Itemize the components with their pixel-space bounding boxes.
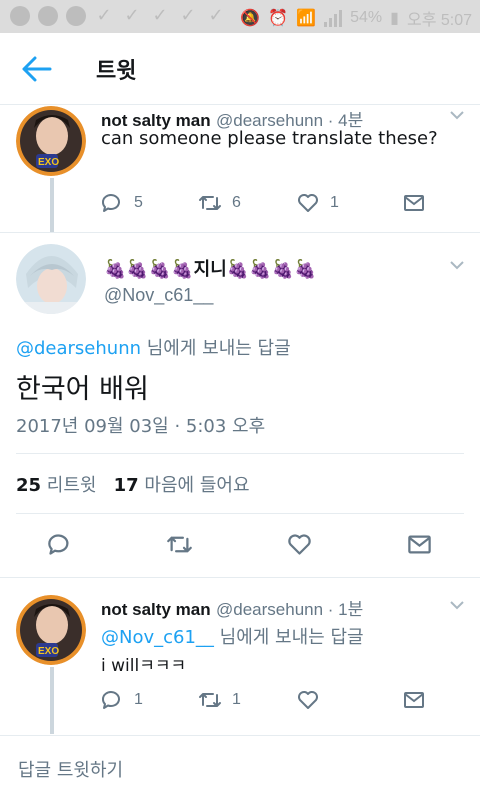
download-done-icon: ✓ xyxy=(96,5,112,26)
avatar[interactable]: EXO xyxy=(16,595,86,665)
reply-count: 1 xyxy=(134,691,143,708)
user-handle[interactable]: @Nov_c61__ xyxy=(104,285,213,305)
download-done-icon: ✓ xyxy=(208,5,224,26)
envelope-icon xyxy=(408,535,431,554)
reply-to-suffix: 님에게 보내는 답글 xyxy=(213,627,364,648)
display-name[interactable]: not salty man xyxy=(101,600,211,619)
reply-action[interactable] xyxy=(46,531,166,558)
reply-context: @Nov_c61__ 님에게 보내는 답글 xyxy=(101,623,364,649)
focused-tweet: 🍇🍇🍇🍇지니🍇🍇🍇🍇 @Nov_c61__ @dearsehunn 님에게 보내… xyxy=(0,233,480,578)
retweet-count: 6 xyxy=(232,194,241,211)
engagement-stats: 25 리트윗 17 마음에 들어요 xyxy=(16,471,250,497)
retweet-count[interactable]: 25 xyxy=(16,475,41,496)
display-name[interactable]: 🍇🍇🍇🍇지니🍇🍇🍇🍇 xyxy=(104,255,316,281)
tweet-author: not salty man @dearsehunn · 1분 xyxy=(101,595,363,620)
chevron-down-icon[interactable] xyxy=(449,110,465,120)
tweet-text: i willㅋㅋㅋ xyxy=(101,656,187,676)
envelope-icon xyxy=(404,692,424,708)
user-handle-row: @Nov_c61__ xyxy=(104,285,213,306)
reply-to-handle[interactable]: @dearsehunn xyxy=(16,338,141,359)
chat-icon xyxy=(66,6,86,26)
tweet-author: 🍇🍇🍇🍇지니🍇🍇🍇🍇 xyxy=(104,255,316,281)
heart-icon xyxy=(288,534,311,555)
tweet-time: · 1분 xyxy=(323,600,364,619)
dm-action[interactable] xyxy=(406,531,433,558)
mute-icon: 🔕 xyxy=(240,10,261,27)
like-count[interactable]: 17 xyxy=(114,475,139,496)
divider xyxy=(16,453,464,454)
tweet-timestamp: 2017년 09월 03일 · 5:03 오후 xyxy=(16,416,266,437)
page-title: 트윗 xyxy=(96,59,137,84)
retweet-icon xyxy=(167,536,192,553)
reply-icon xyxy=(102,691,120,709)
reply-icon xyxy=(48,534,69,555)
thread-line xyxy=(50,178,54,232)
divider xyxy=(0,735,480,736)
tweet-actions: 1 1 xyxy=(100,688,426,712)
reply-context: @dearsehunn 님에게 보내는 답글 xyxy=(16,334,291,360)
like-action[interactable] xyxy=(296,688,402,712)
avatar[interactable]: EXO xyxy=(16,106,86,176)
tweet-text: can someone please translate these? xyxy=(101,128,438,149)
download-done-icon: ✓ xyxy=(124,5,140,26)
chevron-down-icon[interactable] xyxy=(449,600,465,610)
thread-line xyxy=(50,667,54,734)
user-handle[interactable]: @dearsehunn xyxy=(216,600,323,619)
system-icons: 🔕 ⏰ 📶 54% ▮ 오후 5:07 xyxy=(240,6,472,30)
status-bar: ✓ ✓ ✓ ✓ ✓ 🔕 ⏰ 📶 54% ▮ 오후 5:07 xyxy=(0,0,480,33)
signal-icon xyxy=(324,9,343,27)
alarm-icon: ⏰ xyxy=(268,10,289,27)
like-action[interactable]: 1 xyxy=(296,191,402,215)
avatar[interactable] xyxy=(16,244,86,314)
reply-action[interactable]: 1 xyxy=(100,688,198,712)
download-done-icon: ✓ xyxy=(180,5,196,26)
retweet-label[interactable]: 리트윗 xyxy=(41,475,97,496)
back-arrow-icon[interactable] xyxy=(22,55,52,83)
retweet-count: 1 xyxy=(232,691,241,708)
retweet-icon xyxy=(199,693,221,707)
download-done-icon: ✓ xyxy=(152,5,168,26)
dm-action[interactable] xyxy=(402,191,426,215)
svg-text:EXO: EXO xyxy=(38,157,59,168)
wifi-icon: 📶 xyxy=(296,10,317,27)
like-count: 1 xyxy=(330,194,339,211)
like-label[interactable]: 마음에 들어요 xyxy=(139,475,249,496)
app-header: 트윗 xyxy=(0,33,480,105)
svg-text:EXO: EXO xyxy=(38,646,59,657)
envelope-icon xyxy=(404,195,424,211)
tweet-text: 한국어 배워 xyxy=(16,374,149,405)
divider xyxy=(16,513,464,514)
clock: 오후 5:07 xyxy=(406,12,472,29)
heart-icon xyxy=(298,194,318,212)
parent-tweet[interactable]: EXO not salty man @dearsehunn · 4분 can s… xyxy=(0,106,480,232)
reply-to-suffix: 님에게 보내는 답글 xyxy=(141,338,291,359)
tweet-actions: 5 6 1 xyxy=(100,191,426,215)
tweet-actions xyxy=(46,531,433,558)
chevron-down-icon[interactable] xyxy=(449,260,465,270)
reply-to-handle[interactable]: @Nov_c61__ xyxy=(101,627,214,648)
notification-icon xyxy=(10,6,30,26)
retweet-icon xyxy=(199,196,221,210)
reply-icon xyxy=(102,194,120,212)
notification-icons: ✓ ✓ ✓ ✓ ✓ xyxy=(10,6,226,26)
notification-icon xyxy=(38,6,58,26)
retweet-action[interactable]: 1 xyxy=(198,688,296,712)
like-action[interactable] xyxy=(286,531,406,558)
retweet-action[interactable]: 6 xyxy=(198,191,296,215)
heart-icon xyxy=(298,691,318,709)
reply-action[interactable]: 5 xyxy=(100,191,198,215)
battery-icon: ▮ xyxy=(390,10,399,27)
reply-tweet[interactable]: EXO not salty man @dearsehunn · 1분 @Nov_… xyxy=(0,578,480,734)
retweet-action[interactable] xyxy=(166,531,286,558)
reply-count: 5 xyxy=(134,194,143,211)
battery-level: 54% xyxy=(350,9,383,26)
dm-action[interactable] xyxy=(402,688,426,712)
reply-compose-input[interactable]: 답글 트윗하기 xyxy=(18,756,123,782)
